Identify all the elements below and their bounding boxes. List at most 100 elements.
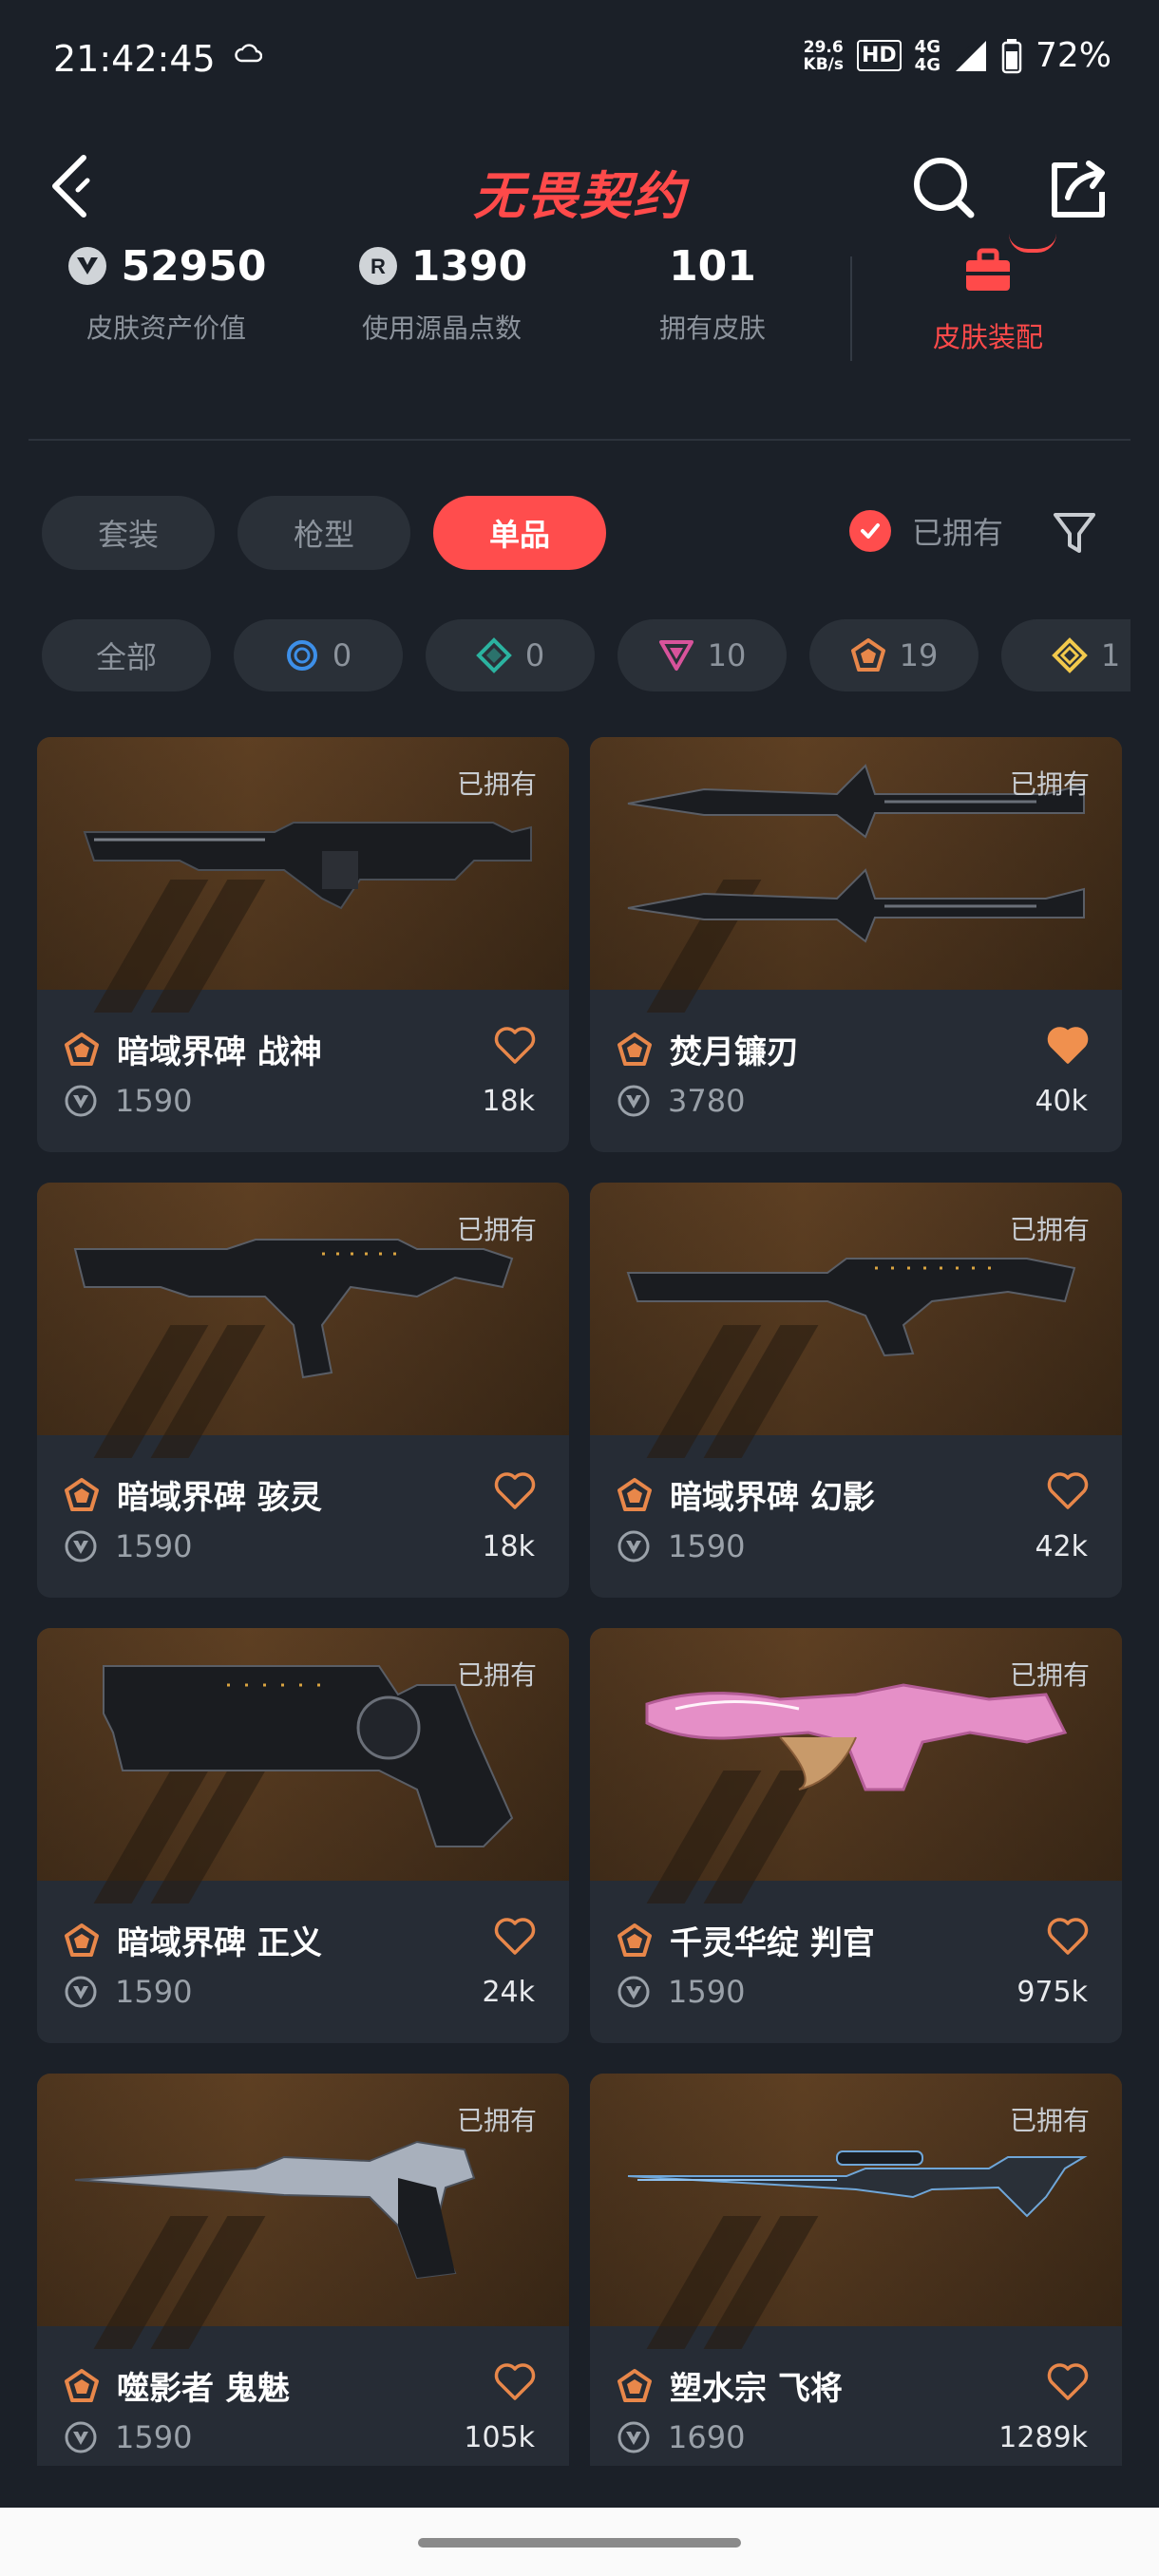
skin-card[interactable]: 已拥有 暗域界碑 正义 1590 24k — [37, 1628, 569, 2043]
skin-image: 已拥有 — [590, 737, 1122, 1013]
checkmark-icon — [849, 510, 891, 552]
vp-currency-icon — [65, 1976, 97, 2008]
like-count: 40k — [1035, 1085, 1088, 1118]
exclusive-tier-icon — [618, 1923, 652, 1957]
owned-tag: 已拥有 — [1009, 1214, 1090, 1245]
owned-tag: 已拥有 — [456, 2105, 537, 2136]
heart-icon[interactable] — [1046, 1471, 1090, 1511]
skin-name: 千灵华绽 判官 — [670, 1924, 875, 1962]
tab-weapon-type[interactable]: 枪型 — [238, 496, 410, 570]
exclusive-tier-icon — [65, 2368, 99, 2402]
gesture-bar — [0, 2508, 1159, 2576]
tab-single-item[interactable]: 单品 — [433, 496, 606, 570]
skin-name: 焚月镰刃 — [670, 1033, 799, 1071]
divider — [28, 439, 1130, 441]
skin-name: 暗域界碑 正义 — [117, 1924, 322, 1962]
skins-owned-value: 101 — [669, 241, 756, 291]
asset-value-stat: 52950 皮肤资产价值 — [57, 237, 276, 346]
rarity-filter-deluxe[interactable]: 0 — [426, 619, 595, 691]
skin-price: 1590 — [115, 1974, 193, 2010]
skin-card[interactable]: 已拥有 噬影者 鬼魅 1590 105k — [37, 2074, 569, 2466]
svg-text:R: R — [370, 255, 386, 278]
skin-price: 1590 — [115, 1083, 193, 1119]
net-speed: 29.6 KB/s — [803, 37, 844, 74]
like-count: 975k — [1016, 1976, 1088, 2009]
stats-panel: 52950 皮肤资产价值 R 1390 使用源晶点数 101 拥有皮肤 皮肤装配 — [0, 237, 1159, 389]
status-icons: 29.6 KB/s HD 4G 4G 72% — [804, 36, 1112, 75]
skin-card[interactable]: 已拥有 千灵华绽 判官 1590 975k — [590, 1628, 1122, 2043]
skin-info: 塑水宗 飞将 1690 1289k — [590, 2326, 1122, 2466]
rarity-filter-all[interactable]: 全部 — [42, 619, 211, 691]
exclusive-tier-icon — [618, 2368, 652, 2402]
skin-name: 噬影者 鬼魅 — [117, 2370, 290, 2408]
skin-card[interactable]: 已拥有 暗域界碑 幻影 1590 42k — [590, 1183, 1122, 1598]
skin-card[interactable]: 已拥有 焚月镰刃 3780 40k — [590, 737, 1122, 1152]
asset-value: 52950 — [121, 241, 267, 291]
skin-image: 已拥有 — [37, 2074, 569, 2349]
vp-currency-icon — [65, 1085, 97, 1117]
like-count: 1289k — [998, 2421, 1088, 2454]
skins-owned-stat: 101 拥有皮肤 — [608, 237, 817, 346]
skin-price: 1590 — [115, 1528, 193, 1564]
cloud-icon — [235, 44, 262, 63]
skin-name: 暗域界碑 战神 — [117, 1033, 322, 1071]
loadout-badge — [1009, 228, 1056, 253]
owned-tag: 已拥有 — [1009, 1659, 1090, 1691]
search-icon[interactable] — [912, 156, 978, 222]
filter-icon[interactable] — [1051, 509, 1098, 557]
stats-divider — [850, 256, 852, 361]
heart-icon[interactable] — [493, 2362, 537, 2402]
premium-tier-icon — [658, 640, 694, 671]
exclusive-tier-icon — [65, 1477, 99, 1511]
like-count: 105k — [464, 2421, 535, 2454]
status-bar: 21:42:45 29.6 KB/s HD 4G 4G 72% — [0, 0, 1159, 114]
heart-icon[interactable] — [1046, 1917, 1090, 1957]
owned-filter-label: 已拥有 — [912, 515, 1004, 551]
status-time: 21:42:45 — [53, 38, 216, 80]
radianite-stat: R 1390 使用源晶点数 — [332, 237, 551, 346]
skin-price: 1590 — [115, 2419, 193, 2455]
heart-icon[interactable] — [493, 1917, 537, 1957]
skin-name: 塑水宗 飞将 — [670, 2370, 843, 2408]
skin-card[interactable]: 已拥有 暗域界碑 骇灵 1590 18k — [37, 1183, 569, 1598]
radianite-value: 1390 — [410, 241, 528, 291]
loadout-label: 皮肤装配 — [932, 321, 1043, 353]
radianite-label: 使用源晶点数 — [361, 313, 522, 344]
skin-grid: 已拥有 暗域界碑 战神 1590 18k 已拥有 焚月镰刃 3780 40k 已… — [37, 737, 1122, 2466]
battery-level: 72% — [1035, 36, 1112, 75]
deluxe-tier-icon — [475, 637, 512, 673]
rarity-filter-ultra[interactable]: 1 — [1001, 619, 1130, 691]
loadout-icon — [966, 248, 1010, 291]
hd-icon: HD — [856, 40, 902, 71]
skin-price: 3780 — [668, 1083, 746, 1119]
skin-loadout-button[interactable]: 皮肤装配 — [893, 237, 1083, 355]
exclusive-tier-icon — [65, 1032, 99, 1066]
skin-card[interactable]: 已拥有 塑水宗 飞将 1690 1289k — [590, 2074, 1122, 2466]
heart-icon[interactable] — [493, 1026, 537, 1066]
skin-info: 千灵华绽 判官 1590 975k — [590, 1881, 1122, 2043]
rarity-filter-select[interactable]: 0 — [234, 619, 403, 691]
owned-tag: 已拥有 — [1009, 2105, 1090, 2136]
heart-icon[interactable] — [1046, 2362, 1090, 2402]
skin-info: 噬影者 鬼魅 1590 105k — [37, 2326, 569, 2466]
heart-filled-icon[interactable] — [1046, 1026, 1090, 1066]
tab-bundle[interactable]: 套装 — [42, 496, 215, 570]
exclusive-tier-icon — [65, 1923, 99, 1957]
select-tier-icon — [286, 640, 317, 671]
skin-image: 已拥有 — [590, 1628, 1122, 1904]
ultra-tier-icon — [1051, 637, 1088, 673]
rarity-filter-exclusive[interactable]: 19 — [809, 619, 978, 691]
skin-price: 1690 — [668, 2419, 746, 2455]
skin-card[interactable]: 已拥有 暗域界碑 战神 1590 18k — [37, 737, 569, 1152]
home-indicator[interactable] — [418, 2538, 741, 2548]
skin-info: 焚月镰刃 3780 40k — [590, 990, 1122, 1152]
radianite-icon: R — [358, 247, 397, 285]
heart-icon[interactable] — [493, 1471, 537, 1511]
asset-value-label: 皮肤资产价值 — [86, 313, 246, 344]
owned-filter-toggle[interactable]: 已拥有 — [849, 509, 1003, 553]
share-icon[interactable] — [1045, 156, 1112, 222]
skin-image: 已拥有 — [37, 737, 569, 1013]
rarity-filter-premium[interactable]: 10 — [618, 619, 787, 691]
skin-image: 已拥有 — [590, 2074, 1122, 2349]
battery-icon — [1001, 38, 1022, 73]
